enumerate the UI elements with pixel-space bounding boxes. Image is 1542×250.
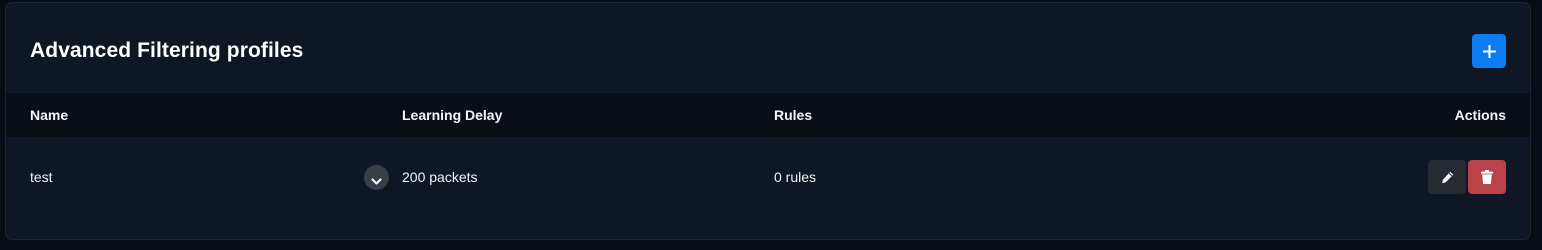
profiles-panel: Advanced Filtering profiles Name Learnin…: [5, 2, 1531, 240]
trash-icon: [1468, 170, 1506, 184]
expand-row-button[interactable]: [364, 165, 389, 190]
add-profile-button[interactable]: [1472, 34, 1506, 68]
profile-name: test: [30, 169, 53, 185]
column-header-learning-delay[interactable]: Learning Delay: [402, 93, 502, 137]
panel-header: Advanced Filtering profiles: [6, 3, 1530, 93]
column-header-rules[interactable]: Rules: [774, 93, 812, 137]
learning-delay-value: 200 packets: [402, 169, 478, 185]
table-header: Name Learning Delay Rules Actions: [6, 93, 1530, 137]
rules-count: 0 rules: [774, 169, 817, 185]
plus-icon: [1472, 44, 1506, 58]
edit-profile-button[interactable]: [1428, 160, 1466, 194]
chevron-down-icon: [364, 177, 389, 186]
table-row: test 200 packets 0 rules: [6, 137, 1530, 217]
pencil-icon: [1428, 171, 1466, 184]
column-header-actions: Actions: [1454, 107, 1506, 123]
column-header-name[interactable]: Name: [30, 93, 68, 137]
panel-title: Advanced Filtering profiles: [30, 39, 304, 62]
delete-profile-button[interactable]: [1468, 160, 1506, 194]
